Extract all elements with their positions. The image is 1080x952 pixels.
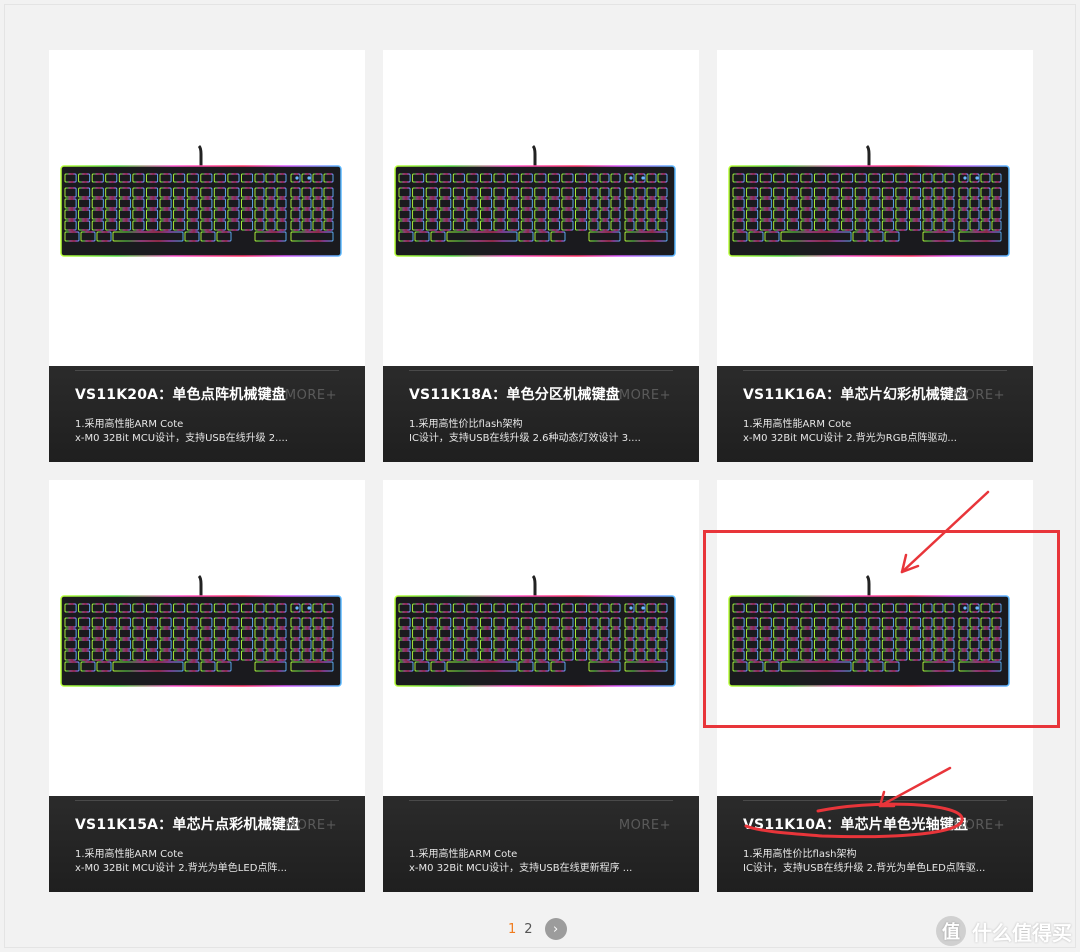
desc-line: 1.采用高性价比flash架构 [743, 849, 857, 860]
product-image [717, 50, 1033, 366]
desc-line: 1.采用高性价比flash架构 [409, 419, 523, 430]
product-card[interactable]: VS11K15A：单芯片点彩机械键盘 MORE+ 1.采用高性能ARM Cote… [49, 480, 365, 892]
page-link-2[interactable]: 2 [524, 922, 532, 937]
product-card[interactable]: VS11K16A：单芯片幻彩机械键盘 MORE+ 1.采用高性能ARM Cote… [717, 50, 1033, 462]
desc-line: 1.采用高性能ARM Cote [75, 419, 184, 430]
divider [75, 370, 339, 371]
more-link[interactable]: MORE+ [619, 818, 671, 833]
product-description: 1.采用高性能ARM Cote x-M0 32Bit MCU设计 2.背光为RG… [743, 418, 1013, 446]
product-description: 1.采用高性价比flash架构 IC设计，支持USB在线升级 2.6种动态灯效设… [409, 418, 679, 446]
product-title[interactable]: VS11K10A：单芯片单色光轴键盘 [743, 814, 968, 834]
product-description: 1.采用高性能ARM Cote x-M0 32Bit MCU设计 2.背光为单色… [75, 848, 345, 876]
more-link[interactable]: MORE+ [285, 818, 337, 833]
product-card[interactable]: VS11K18A：单色分区机械键盘 MORE+ 1.采用高性价比flash架构 … [383, 50, 699, 462]
product-image [49, 50, 365, 366]
desc-line: IC设计，支持USB在线升级 2.背光为单色LED点阵驱... [743, 863, 986, 874]
product-info: VS11K15A：单芯片点彩机械键盘 MORE+ 1.采用高性能ARM Cote… [49, 796, 365, 892]
keyboard-image [59, 574, 343, 687]
watermark-logo-icon: 值 [936, 916, 966, 946]
product-description: 1.采用高性能ARM Cote x-M0 32Bit MCU设计，支持USB在线… [75, 418, 345, 446]
product-title[interactable]: VS11K20A：单色点阵机械键盘 [75, 384, 286, 404]
desc-line: x-M0 32Bit MCU设计，支持USB在线更新程序 ... [409, 863, 633, 874]
product-description: 1.采用高性能ARM Cote x-M0 32Bit MCU设计，支持USB在线… [409, 848, 679, 876]
watermark-text: 什么值得买 [972, 920, 1072, 945]
product-title[interactable]: VS11K16A：单芯片幻彩机械键盘 [743, 384, 968, 404]
product-grid: VS11K20A：单色点阵机械键盘 MORE+ 1.采用高性能ARM Cote … [0, 0, 1080, 952]
page-link-1[interactable]: 1 [508, 922, 516, 937]
divider [743, 800, 1007, 801]
desc-line: 1.采用高性能ARM Cote [743, 419, 852, 430]
product-info: MORE+ 1.采用高性能ARM Cote x-M0 32Bit MCU设计，支… [383, 796, 699, 892]
keyboard-image [393, 574, 677, 687]
product-info: VS11K20A：单色点阵机械键盘 MORE+ 1.采用高性能ARM Cote … [49, 366, 365, 462]
pagination: 1 2 › [508, 918, 567, 940]
watermark: 值 什么值得买 [936, 916, 1072, 946]
product-info: VS11K10A：单芯片单色光轴键盘 MORE+ 1.采用高性价比flash架构… [717, 796, 1033, 892]
chevron-right-icon[interactable]: › [544, 918, 567, 940]
product-info: VS11K16A：单芯片幻彩机械键盘 MORE+ 1.采用高性能ARM Cote… [717, 366, 1033, 462]
product-description: 1.采用高性价比flash架构 IC设计，支持USB在线升级 2.背光为单色LE… [743, 848, 1013, 876]
more-link[interactable]: MORE+ [953, 388, 1005, 403]
divider [75, 800, 339, 801]
more-link[interactable]: MORE+ [285, 388, 337, 403]
keyboard-image [727, 144, 1011, 257]
desc-line: 1.采用高性能ARM Cote [75, 849, 184, 860]
product-card[interactable]: VS11K20A：单色点阵机械键盘 MORE+ 1.采用高性能ARM Cote … [49, 50, 365, 462]
keyboard-image [59, 144, 343, 257]
product-image [49, 480, 365, 796]
product-card[interactable]: MORE+ 1.采用高性能ARM Cote x-M0 32Bit MCU设计，支… [383, 480, 699, 892]
desc-line: 1.采用高性能ARM Cote [409, 849, 518, 860]
product-image [383, 480, 699, 796]
desc-line: IC设计，支持USB在线升级 2.6种动态灯效设计 3.... [409, 433, 641, 444]
annotation-highlight-box [703, 530, 1060, 728]
divider [409, 800, 673, 801]
more-link[interactable]: MORE+ [619, 388, 671, 403]
product-title[interactable]: VS11K15A：单芯片点彩机械键盘 [75, 814, 300, 834]
divider [409, 370, 673, 371]
product-info: VS11K18A：单色分区机械键盘 MORE+ 1.采用高性价比flash架构 … [383, 366, 699, 462]
desc-line: x-M0 32Bit MCU设计 2.背光为RGB点阵驱动... [743, 433, 957, 444]
more-link[interactable]: MORE+ [953, 818, 1005, 833]
product-title[interactable]: VS11K18A：单色分区机械键盘 [409, 384, 620, 404]
product-image [383, 50, 699, 366]
desc-line: x-M0 32Bit MCU设计 2.背光为单色LED点阵... [75, 863, 287, 874]
keyboard-image [393, 144, 677, 257]
divider [743, 370, 1007, 371]
desc-line: x-M0 32Bit MCU设计，支持USB在线升级 2.... [75, 433, 288, 444]
